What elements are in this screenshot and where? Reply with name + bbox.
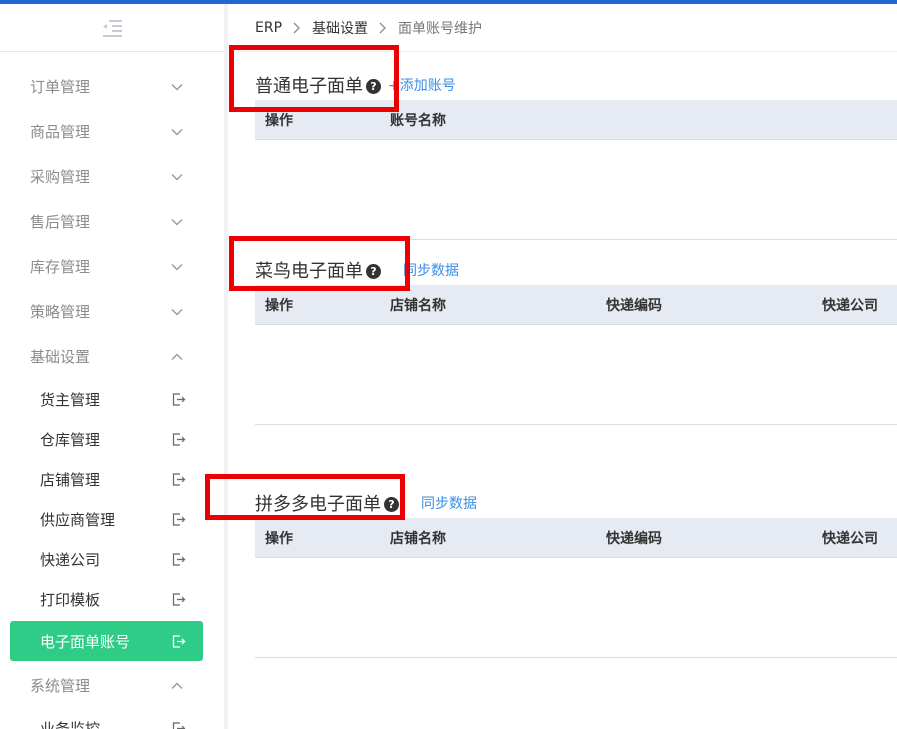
sync-data-link[interactable]: 同步数据 <box>421 493 477 513</box>
sidebar-item-courier[interactable]: 快递公司 <box>0 539 224 579</box>
sidebar-item-label: 打印模板 <box>40 590 101 609</box>
sidebar-group-products[interactable]: 商品管理 <box>0 109 224 154</box>
sync-data-link[interactable]: 同步数据 <box>403 260 459 280</box>
sidebar-item-label: 店铺管理 <box>40 470 101 489</box>
open-page-icon <box>172 472 186 486</box>
table-body-empty <box>255 558 897 658</box>
column-header: 快递公司 <box>822 297 878 314</box>
breadcrumb-middle[interactable]: 基础设置 <box>312 18 368 38</box>
sidebar-menu: 订单管理 商品管理 采购管理 售后管理 库存管理 策略管理 基础设置 货主管理 … <box>0 52 224 729</box>
sidebar-item-print-template[interactable]: 打印模板 <box>0 579 224 619</box>
annotation-highlight-box <box>229 45 399 112</box>
table-body-empty <box>255 140 897 240</box>
breadcrumb-current: 面单账号维护 <box>398 20 483 37</box>
sidebar-group-label: 系统管理 <box>30 677 91 695</box>
sidebar-group-basic-settings[interactable]: 基础设置 <box>0 334 224 379</box>
sidebar-item-monitoring[interactable]: 业务监控 <box>0 708 224 729</box>
chevron-up-icon <box>171 682 183 689</box>
chevron-down-icon <box>171 218 183 225</box>
sidebar-item-label: 业务监控 <box>40 719 101 729</box>
breadcrumb-root[interactable]: ERP <box>255 20 282 36</box>
sidebar-group-label: 策略管理 <box>30 303 91 321</box>
table-header: 操作 店铺名称 快递编码 快递公司 <box>255 285 897 325</box>
chevron-down-icon <box>171 308 183 315</box>
column-header: 快递编码 <box>606 297 662 314</box>
open-page-icon <box>172 552 186 566</box>
column-header: 快递编码 <box>606 530 662 547</box>
sidebar-item-owner[interactable]: 货主管理 <box>0 379 224 419</box>
main-content: ERP 基础设置 面单账号维护 普通电子面单 ? +添加账号 操作 账号名称 菜… <box>228 4 897 729</box>
table-header: 操作 店铺名称 快递编码 快递公司 <box>255 518 897 558</box>
sidebar-group-inventory[interactable]: 库存管理 <box>0 244 224 289</box>
collapse-menu-icon <box>103 19 122 37</box>
sidebar-group-label: 采购管理 <box>30 168 91 186</box>
collapse-menu-button[interactable] <box>0 4 224 52</box>
sidebar-group-system[interactable]: 系统管理 <box>0 663 224 708</box>
open-page-icon <box>172 634 186 648</box>
column-header: 操作 <box>265 112 293 129</box>
column-header: 店铺名称 <box>390 530 446 547</box>
annotation-highlight-box <box>205 474 405 520</box>
sidebar-item-warehouse[interactable]: 仓库管理 <box>0 419 224 459</box>
chevron-down-icon <box>171 173 183 180</box>
sidebar-group-label: 库存管理 <box>30 258 91 276</box>
sidebar-item-label: 仓库管理 <box>40 430 101 449</box>
table-body-empty <box>255 325 897 425</box>
annotation-highlight-box <box>229 236 410 291</box>
sidebar-group-aftersale[interactable]: 售后管理 <box>0 199 224 244</box>
open-page-icon <box>172 592 186 606</box>
sidebar-group-label: 订单管理 <box>30 78 91 96</box>
sidebar-item-label: 货主管理 <box>40 390 101 409</box>
chevron-down-icon <box>171 83 183 90</box>
chevron-right-icon <box>378 21 388 35</box>
sidebar-group-orders[interactable]: 订单管理 <box>0 64 224 109</box>
chevron-down-icon <box>171 128 183 135</box>
open-page-icon <box>172 512 186 526</box>
column-header: 操作 <box>265 297 293 314</box>
column-header: 店铺名称 <box>390 297 446 314</box>
column-header: 操作 <box>265 530 293 547</box>
open-page-icon <box>172 392 186 406</box>
sidebar-item-supplier[interactable]: 供应商管理 <box>0 499 224 539</box>
sidebar-group-purchase[interactable]: 采购管理 <box>0 154 224 199</box>
open-page-icon <box>172 432 186 446</box>
sidebar-group-label: 商品管理 <box>30 123 91 141</box>
chevron-up-icon <box>171 353 183 360</box>
chevron-right-icon <box>292 21 302 35</box>
chevron-down-icon <box>171 263 183 270</box>
sidebar-item-label: 供应商管理 <box>40 510 116 529</box>
column-header: 账号名称 <box>390 112 446 129</box>
sidebar: 订单管理 商品管理 采购管理 售后管理 库存管理 策略管理 基础设置 货主管理 … <box>0 4 224 729</box>
sidebar-item-label: 电子面单账号 <box>40 632 131 651</box>
sidebar-group-label: 基础设置 <box>30 348 91 366</box>
sidebar-item-label: 快递公司 <box>40 550 101 569</box>
sidebar-group-label: 售后管理 <box>30 213 91 231</box>
column-header: 快递公司 <box>822 530 878 547</box>
sidebar-item-shop[interactable]: 店铺管理 <box>0 459 224 499</box>
sidebar-group-strategy[interactable]: 策略管理 <box>0 289 224 334</box>
sidebar-item-waybill-account[interactable]: 电子面单账号 <box>10 621 203 661</box>
open-page-icon <box>172 721 186 729</box>
